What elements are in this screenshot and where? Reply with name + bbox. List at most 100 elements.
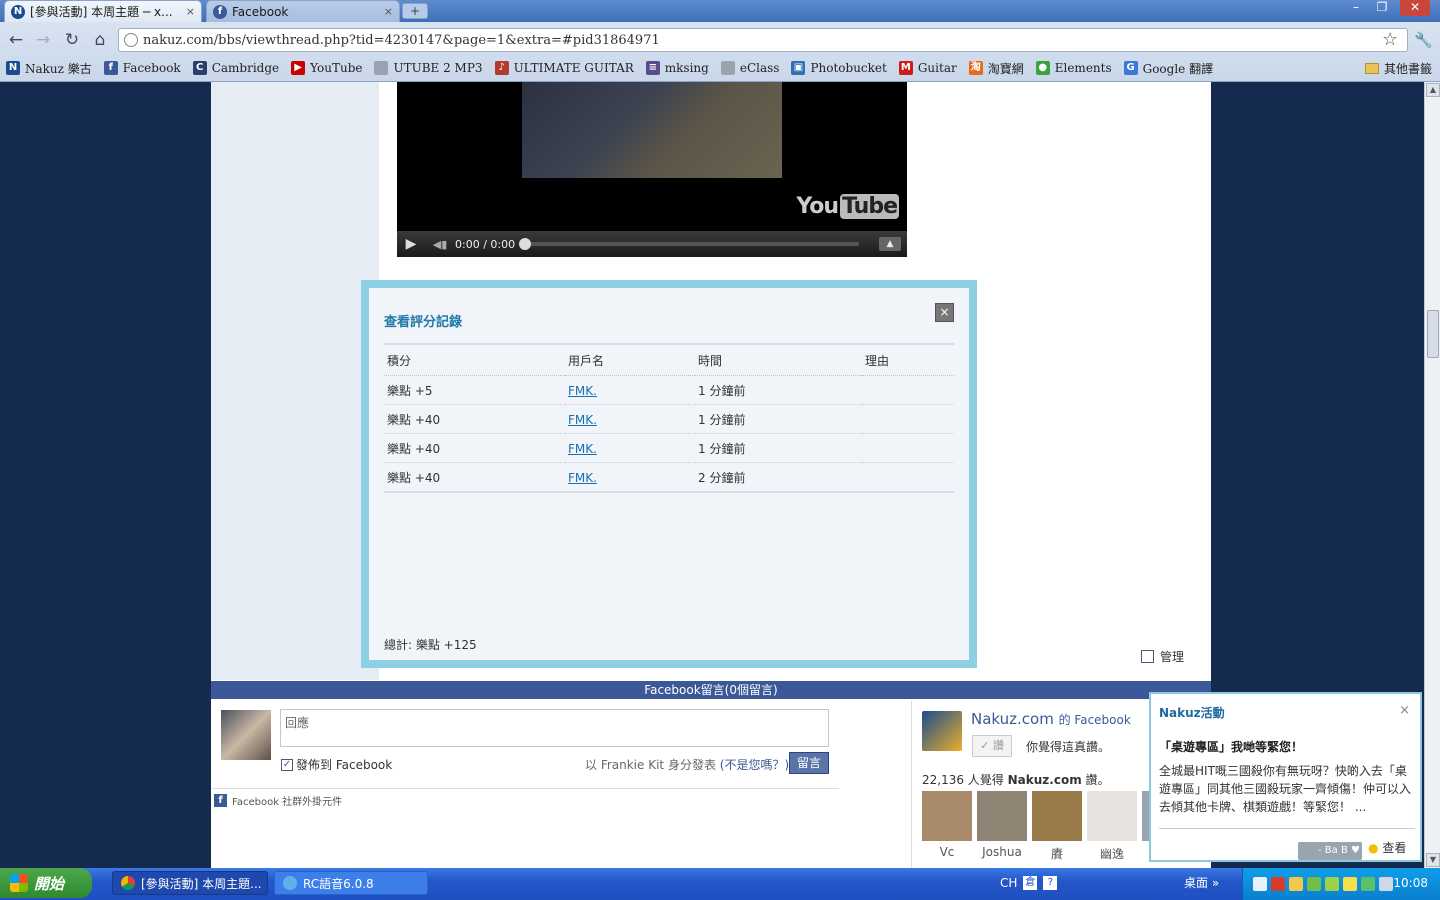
nakuz-page-logo[interactable] [922, 711, 962, 751]
bookmark-item[interactable]: M Guitar [898, 61, 957, 75]
scrollbar-thumb[interactable] [1427, 310, 1439, 358]
username-link[interactable]: FMK. [568, 471, 597, 485]
like-button[interactable]: ✓ 讚 [972, 735, 1012, 757]
like-count-page[interactable]: Nakuz.com [1008, 773, 1082, 787]
fan-profile[interactable]: Vc [922, 791, 972, 859]
cell-user: FMK. [565, 404, 695, 434]
fan-avatar[interactable] [977, 791, 1027, 841]
forward-arrow-icon[interactable]: → [33, 30, 53, 50]
bookmark-item[interactable]: ▣ Photobucket [791, 61, 887, 75]
bookmark-item[interactable]: ≡ mksing [645, 61, 709, 75]
browser-toolbar: ← → ↻ ⌂ nakuz.com/bbs/viewthread.php?tid… [0, 24, 1440, 56]
bookmark-item[interactable]: ● Elements [1035, 61, 1112, 75]
bookmark-item[interactable]: f Facebook [103, 61, 181, 75]
video-scrubber[interactable] [519, 238, 859, 250]
desktop-toolbar[interactable]: 桌面 » [1184, 874, 1219, 891]
manage-checkbox-row[interactable]: 管理 [1141, 648, 1184, 665]
tray-icon[interactable] [1307, 877, 1321, 891]
page-name-link[interactable]: Nakuz.com [971, 710, 1054, 728]
home-icon[interactable]: ⌂ [90, 30, 110, 50]
tab-close-icon[interactable]: × [384, 5, 393, 18]
tray-icon[interactable] [1271, 877, 1285, 891]
tab-close-icon[interactable]: × [186, 5, 195, 18]
tab-nakuz-thread[interactable]: N [參與活動] 本周主題 ─ x... × [4, 0, 202, 22]
close-icon[interactable]: × [935, 303, 954, 322]
cell-reason [862, 404, 954, 434]
bookmark-item[interactable]: eClass [720, 61, 779, 75]
taskbar-item-browser[interactable]: [參與活動] 本周主題... [112, 871, 268, 895]
help-icon[interactable]: ? [1043, 876, 1058, 890]
page-name[interactable]: Nakuz.com 的 Facebook [971, 710, 1131, 728]
start-button[interactable]: 開始 [0, 868, 92, 898]
tray-icon[interactable] [1343, 877, 1357, 891]
popup-headline[interactable]: 「桌遊專區」我哋等緊您！ [1159, 738, 1303, 755]
username-link[interactable]: FMK. [568, 442, 597, 456]
fan-avatar[interactable] [922, 791, 972, 841]
bookmark-icon: G [1123, 61, 1138, 75]
bookmark-item[interactable]: ▶ YouTube [291, 61, 362, 75]
fan-profile[interactable]: 賡 [1032, 791, 1082, 862]
bookmark-icon [374, 61, 389, 75]
tab-facebook[interactable]: f Facebook × [206, 0, 400, 22]
wrench-menu-icon[interactable]: 🔧 [1414, 31, 1433, 49]
maximize-button[interactable]: ❐ [1370, 0, 1394, 16]
bookmark-item[interactable]: N Nakuz 樂古 [6, 60, 92, 77]
volume-icon[interactable]: ◀▮ [425, 238, 455, 251]
tray-icon[interactable] [1361, 877, 1375, 891]
manage-checkbox[interactable] [1141, 650, 1154, 663]
browser-chrome: N [參與活動] 本周主題 ─ x... × f Facebook × + – … [0, 0, 1440, 82]
minimize-button[interactable]: – [1344, 0, 1368, 16]
folder-icon [1364, 62, 1379, 74]
fan-avatar[interactable] [1032, 791, 1082, 841]
scroll-up-arrow-icon[interactable]: ▲ [1426, 83, 1440, 97]
bookmark-icon: ♪ [494, 61, 509, 75]
input-method-icon[interactable]: 倉 [1023, 876, 1038, 890]
fan-name: Joshua [982, 845, 1022, 859]
bookmark-label: YouTube [310, 61, 363, 75]
username-link[interactable]: FMK. [568, 413, 597, 427]
bookmark-item[interactable]: G Google 翻譯 [1123, 60, 1214, 77]
bookmark-label: Google 翻譯 [1142, 61, 1214, 76]
fan-avatar[interactable] [1087, 791, 1137, 841]
bookmark-item[interactable]: ♪ ULTIMATE GUITAR [494, 61, 634, 75]
view-button[interactable]: ● 查看 [1368, 839, 1406, 856]
bookmarks-bar: N Nakuz 樂古 f Facebook C Cambridge ▶ YouTube UTUB… [0, 57, 1440, 79]
scrubber-knob[interactable] [519, 238, 531, 250]
not-you-link[interactable]: (不是您嗎？) [720, 758, 789, 772]
address-bar[interactable]: nakuz.com/bbs/viewthread.php?tid=4230147… [118, 28, 1408, 52]
taskbar-item-rc-voice[interactable]: RC語音6.0.8 [274, 871, 428, 895]
back-arrow-icon[interactable]: ← [6, 30, 26, 50]
fullscreen-icon[interactable]: ▲ [879, 237, 901, 251]
new-tab-button[interactable]: + [402, 3, 428, 19]
reload-icon[interactable]: ↻ [62, 30, 82, 50]
bookmark-star-icon[interactable]: ☆ [1382, 29, 1398, 50]
username-link[interactable]: FMK. [568, 384, 597, 398]
rc-voice-icon [283, 876, 297, 890]
language-bar[interactable]: CH 倉 ? [1000, 872, 1058, 894]
other-bookmarks-folder[interactable]: 其他書籤 [1364, 57, 1432, 79]
comment-input[interactable]: 回應 [280, 709, 829, 747]
close-window-button[interactable]: ✕ [1400, 0, 1430, 16]
tray-icon[interactable] [1325, 877, 1339, 891]
tray-icon[interactable] [1289, 877, 1303, 891]
close-icon[interactable]: × [1399, 703, 1410, 718]
bookmark-item[interactable]: UTUBE 2 MP3 [374, 61, 483, 75]
nakuz-activity-popup: Nakuz活動 × 「桌遊專區」我哋等緊您！ 全城最HIT嘅三國殺你有無玩呀？快… [1149, 692, 1422, 862]
fan-profile[interactable]: 幽逸 [1087, 791, 1137, 862]
fan-profile[interactable]: Joshua [977, 791, 1027, 859]
comment-submit-button[interactable]: 留言 [789, 752, 829, 774]
bookmark-icon: ● [1035, 61, 1050, 75]
tray-icon[interactable] [1253, 877, 1267, 891]
post-to-facebook-checkbox[interactable]: ✓ [281, 758, 293, 771]
language-indicator[interactable]: CH [1000, 876, 1017, 890]
tray-icon[interactable] [1379, 877, 1393, 891]
page-scrollbar[interactable]: ▲ ▼ [1424, 82, 1440, 868]
fan-name: 幽逸 [1099, 847, 1124, 861]
bookmark-item[interactable]: C Cambridge [192, 61, 279, 75]
play-icon[interactable]: ▶ [397, 236, 425, 252]
scroll-down-arrow-icon[interactable]: ▼ [1426, 853, 1440, 867]
bookmark-item[interactable]: 淘淘寶網 [968, 60, 1024, 77]
facebook-plugin-link[interactable]: f Facebook 社群外掛元件 [214, 793, 342, 808]
post-to-facebook-option[interactable]: ✓ 發佈到 Facebook [281, 756, 392, 773]
youtube-player[interactable]: You Tube ▶ ◀▮ 0:00 / 0:00 ▲ [397, 82, 907, 257]
